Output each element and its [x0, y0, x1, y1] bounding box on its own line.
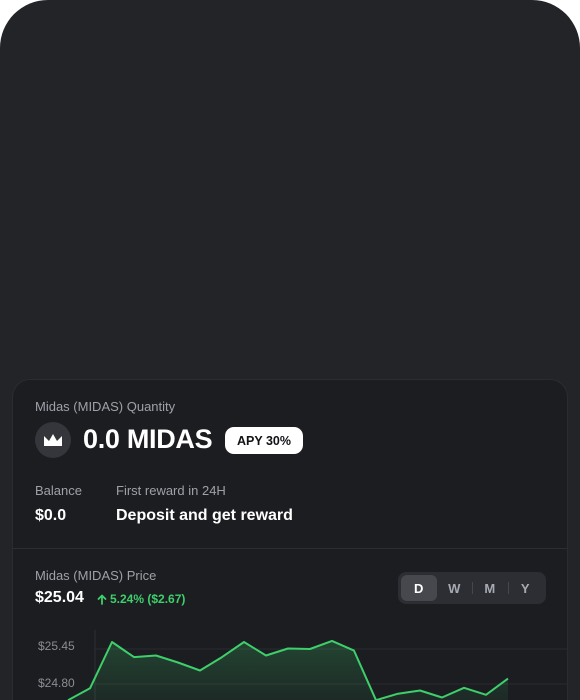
price-area [68, 640, 508, 700]
period-selector: D W M Y [398, 572, 546, 604]
section-divider [13, 548, 567, 549]
balance-value: $0.0 [35, 507, 67, 524]
period-week-button[interactable]: W [437, 575, 473, 601]
price-change: 5.24% ($2.67) [97, 592, 185, 606]
period-month-button[interactable]: M [472, 575, 508, 601]
price-value: $25.04 [35, 589, 84, 606]
period-day-button[interactable]: D [401, 575, 437, 601]
y-tick-label: $24.80 [38, 676, 75, 690]
apy-badge: APY 30% [225, 427, 303, 454]
period-year-button[interactable]: Y [507, 575, 544, 601]
arrow-up-icon [97, 594, 107, 605]
quantity-label: Midas (MIDAS) Quantity [35, 399, 176, 414]
midas-crown-icon [35, 422, 71, 458]
reward-value: Deposit and get reward [116, 507, 293, 524]
staking-card: Midas (MIDAS) Quantity 0.0 MIDAS APY 30%… [12, 379, 568, 700]
y-tick-label: $25.45 [38, 639, 75, 653]
price-chart: $25.45 $24.80 [38, 630, 567, 700]
quantity-value: 0.0 MIDAS [83, 424, 213, 454]
balance-label: Balance [35, 483, 82, 498]
price-label: Midas (MIDAS) Price [35, 568, 157, 583]
price-change-text: 5.24% ($2.67) [110, 592, 186, 606]
reward-label: First reward in 24H [116, 483, 226, 498]
app-background: Midas (MIDAS) Quantity 0.0 MIDAS APY 30%… [0, 0, 580, 700]
